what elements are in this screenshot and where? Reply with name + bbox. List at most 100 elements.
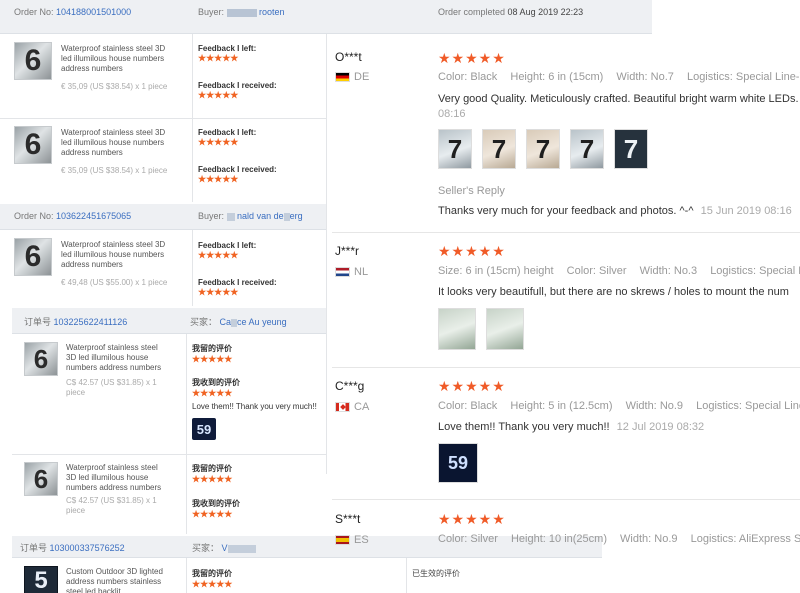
product-thumbnail[interactable]: 6: [24, 342, 58, 376]
attribute-label: Width:: [639, 265, 671, 277]
attribute-label: Width:: [625, 400, 657, 412]
redaction-blur: [226, 212, 235, 221]
order-number-link[interactable]: 103000337576252: [50, 543, 125, 553]
attribute-value: Silver: [599, 265, 627, 277]
attribute-value: 6 in (15cm): [548, 71, 604, 83]
attribute-label: Height:: [510, 400, 546, 412]
reviewer-country: DE: [335, 71, 369, 83]
reviewer-name: J***r: [335, 244, 360, 258]
review-photo[interactable]: 7: [570, 129, 604, 169]
attribute-label: Width:: [616, 71, 648, 83]
review-photo[interactable]: [438, 308, 476, 350]
review-text: Love them!! Thank you very much!! 12 Jul…: [438, 421, 704, 433]
review-photo[interactable]: 59: [438, 443, 478, 483]
feedback-received: Feedback I received: ★★★★★: [198, 278, 277, 298]
netherlands-flag-icon: [335, 267, 350, 277]
seller-reply-date: 15 Jun 2019 08:16: [700, 205, 792, 217]
buyer: 买家： V: [192, 541, 256, 554]
feedback-left: Feedback I left: ★★★★★: [198, 241, 256, 261]
order-header: Order No: 104188001501000 Buyer: rooten …: [0, 0, 652, 34]
buyer-name-link[interactable]: nald van de: [237, 211, 284, 221]
order-item: 6 Waterproof stainless steel 3D led illu…: [0, 34, 326, 118]
order-number: Order No: 103622451675065: [14, 211, 131, 221]
product-thumbnail[interactable]: 6: [24, 462, 58, 496]
order-completed-label: Order completed: [438, 7, 506, 17]
reviewer-name: C***g: [335, 379, 365, 393]
attribute-value: Black: [470, 400, 498, 412]
order-number-label: Order No:: [14, 211, 54, 221]
attribute-label: Color:: [438, 71, 468, 83]
product-title[interactable]: Waterproof stainless steel 3D led illumi…: [61, 44, 171, 74]
product-price: € 49,48 (US $55.00) x 1 piece: [61, 278, 168, 287]
buyer-name-link[interactable]: ce Au yeung: [237, 317, 287, 327]
attribute-value: Black: [470, 71, 498, 83]
buyer-label: Buyer:: [198, 211, 225, 221]
country-code: DE: [354, 71, 370, 83]
star-rating: ★★★★★: [438, 511, 506, 527]
order-number-link[interactable]: 103622451675065: [56, 211, 131, 221]
review-photo[interactable]: 7: [614, 129, 648, 169]
feedback-left: Feedback I left: ★★★★★: [198, 128, 256, 148]
attribute-label: Height:: [510, 71, 546, 83]
buyer-name-link[interactable]: rooten: [259, 7, 285, 17]
feedback-left: 我留的评价 ★★★★★: [192, 568, 232, 590]
review-item: C***g CA ★★★★★ Color: Black Height: 5 in…: [332, 367, 800, 499]
product-thumbnail[interactable]: 6: [14, 126, 52, 164]
feedback-received: 我收到的评价 ★★★★★: [192, 498, 240, 520]
attribute-label: Logistics:: [690, 533, 737, 545]
star-rating: ★★★★★: [438, 378, 506, 394]
product-thumbnail[interactable]: 6: [14, 42, 52, 80]
attribute-value: 5 in (12.5cm): [548, 400, 613, 412]
order-number-link[interactable]: 103225622411126: [54, 317, 128, 327]
review-photo[interactable]: 7: [526, 129, 560, 169]
star-rating: ★★★★★: [192, 354, 233, 364]
feedback-comment: Love them!! Thank you very much!!: [192, 402, 317, 411]
feedback-left: 我留的评价 ★★★★★: [192, 343, 232, 365]
reviewer-name: O***t: [335, 50, 362, 64]
product-title[interactable]: Waterproof stainless steel 3D led illumi…: [61, 128, 171, 158]
order-item: 6 Waterproof stainless steel 3D led illu…: [12, 334, 186, 454]
buyer-name-link[interactable]: erg: [290, 211, 303, 221]
review-photos: 59: [438, 443, 478, 483]
review-photo[interactable]: 7: [482, 129, 516, 169]
feedback-received-label: 我收到的评价: [192, 499, 240, 508]
order-number-link[interactable]: 104188001501000: [56, 7, 131, 17]
star-rating: ★★★★★: [192, 579, 233, 589]
star-rating: ★★★★★: [198, 137, 239, 147]
review-photo[interactable]: [486, 308, 524, 350]
review-date: 08:16: [438, 108, 466, 120]
attribute-value: 10 in(25cm): [548, 533, 607, 545]
product-title[interactable]: Waterproof stainless steel 3D led illumi…: [61, 240, 171, 270]
star-rating: ★★★★★: [198, 174, 239, 184]
reviewer-country: NL: [335, 266, 368, 278]
buyer: 买家： Ca ce Au yeung: [190, 315, 287, 328]
product-title[interactable]: Waterproof stainless steel 3D led illumi…: [66, 343, 166, 373]
order-number: 订单号 103225622411126: [24, 315, 127, 328]
attribute-value: No.9: [659, 400, 684, 412]
product-thumbnail[interactable]: 5: [24, 566, 58, 593]
feedback-received-label: Feedback I received:: [198, 165, 277, 174]
review-photo[interactable]: 7: [438, 129, 472, 169]
order-completed: Order completed 08 Aug 2019 22:23: [438, 7, 583, 17]
attribute-label: Color:: [438, 400, 468, 412]
redaction-blur: [227, 544, 256, 553]
attribute-value: Special Line-YW: [735, 71, 800, 83]
buyer-label: 买家：: [190, 317, 218, 327]
attribute-label: Logistics:: [710, 265, 757, 277]
review-item: J***r NL ★★★★★ Size: 6 in (15cm) height …: [332, 232, 800, 367]
spain-flag-icon: [335, 535, 350, 545]
product-price: € 35,09 (US $38.54) x 1 piece: [61, 166, 168, 175]
feedback-left-label: Feedback I left:: [198, 128, 257, 137]
product-title[interactable]: Custom Outdoor 3D lighted address number…: [66, 567, 170, 593]
product-title[interactable]: Waterproof stainless steel 3D led illumi…: [66, 463, 166, 493]
review-date: 12 Jul 2019 08:32: [616, 421, 705, 433]
buyer: Buyer: nald van de erg: [198, 211, 303, 221]
order-completed-date: 08 Aug 2019 22:23: [507, 7, 584, 17]
country-code: ES: [354, 534, 369, 546]
review-photos: 7 7 7 7 7: [438, 129, 648, 169]
product-thumbnail[interactable]: 6: [14, 238, 52, 276]
country-code: NL: [354, 266, 369, 278]
order-number: 订单号 103000337576252: [20, 541, 125, 554]
feedback-photo[interactable]: 59: [192, 418, 216, 440]
buyer-name-link[interactable]: Ca: [220, 317, 232, 327]
